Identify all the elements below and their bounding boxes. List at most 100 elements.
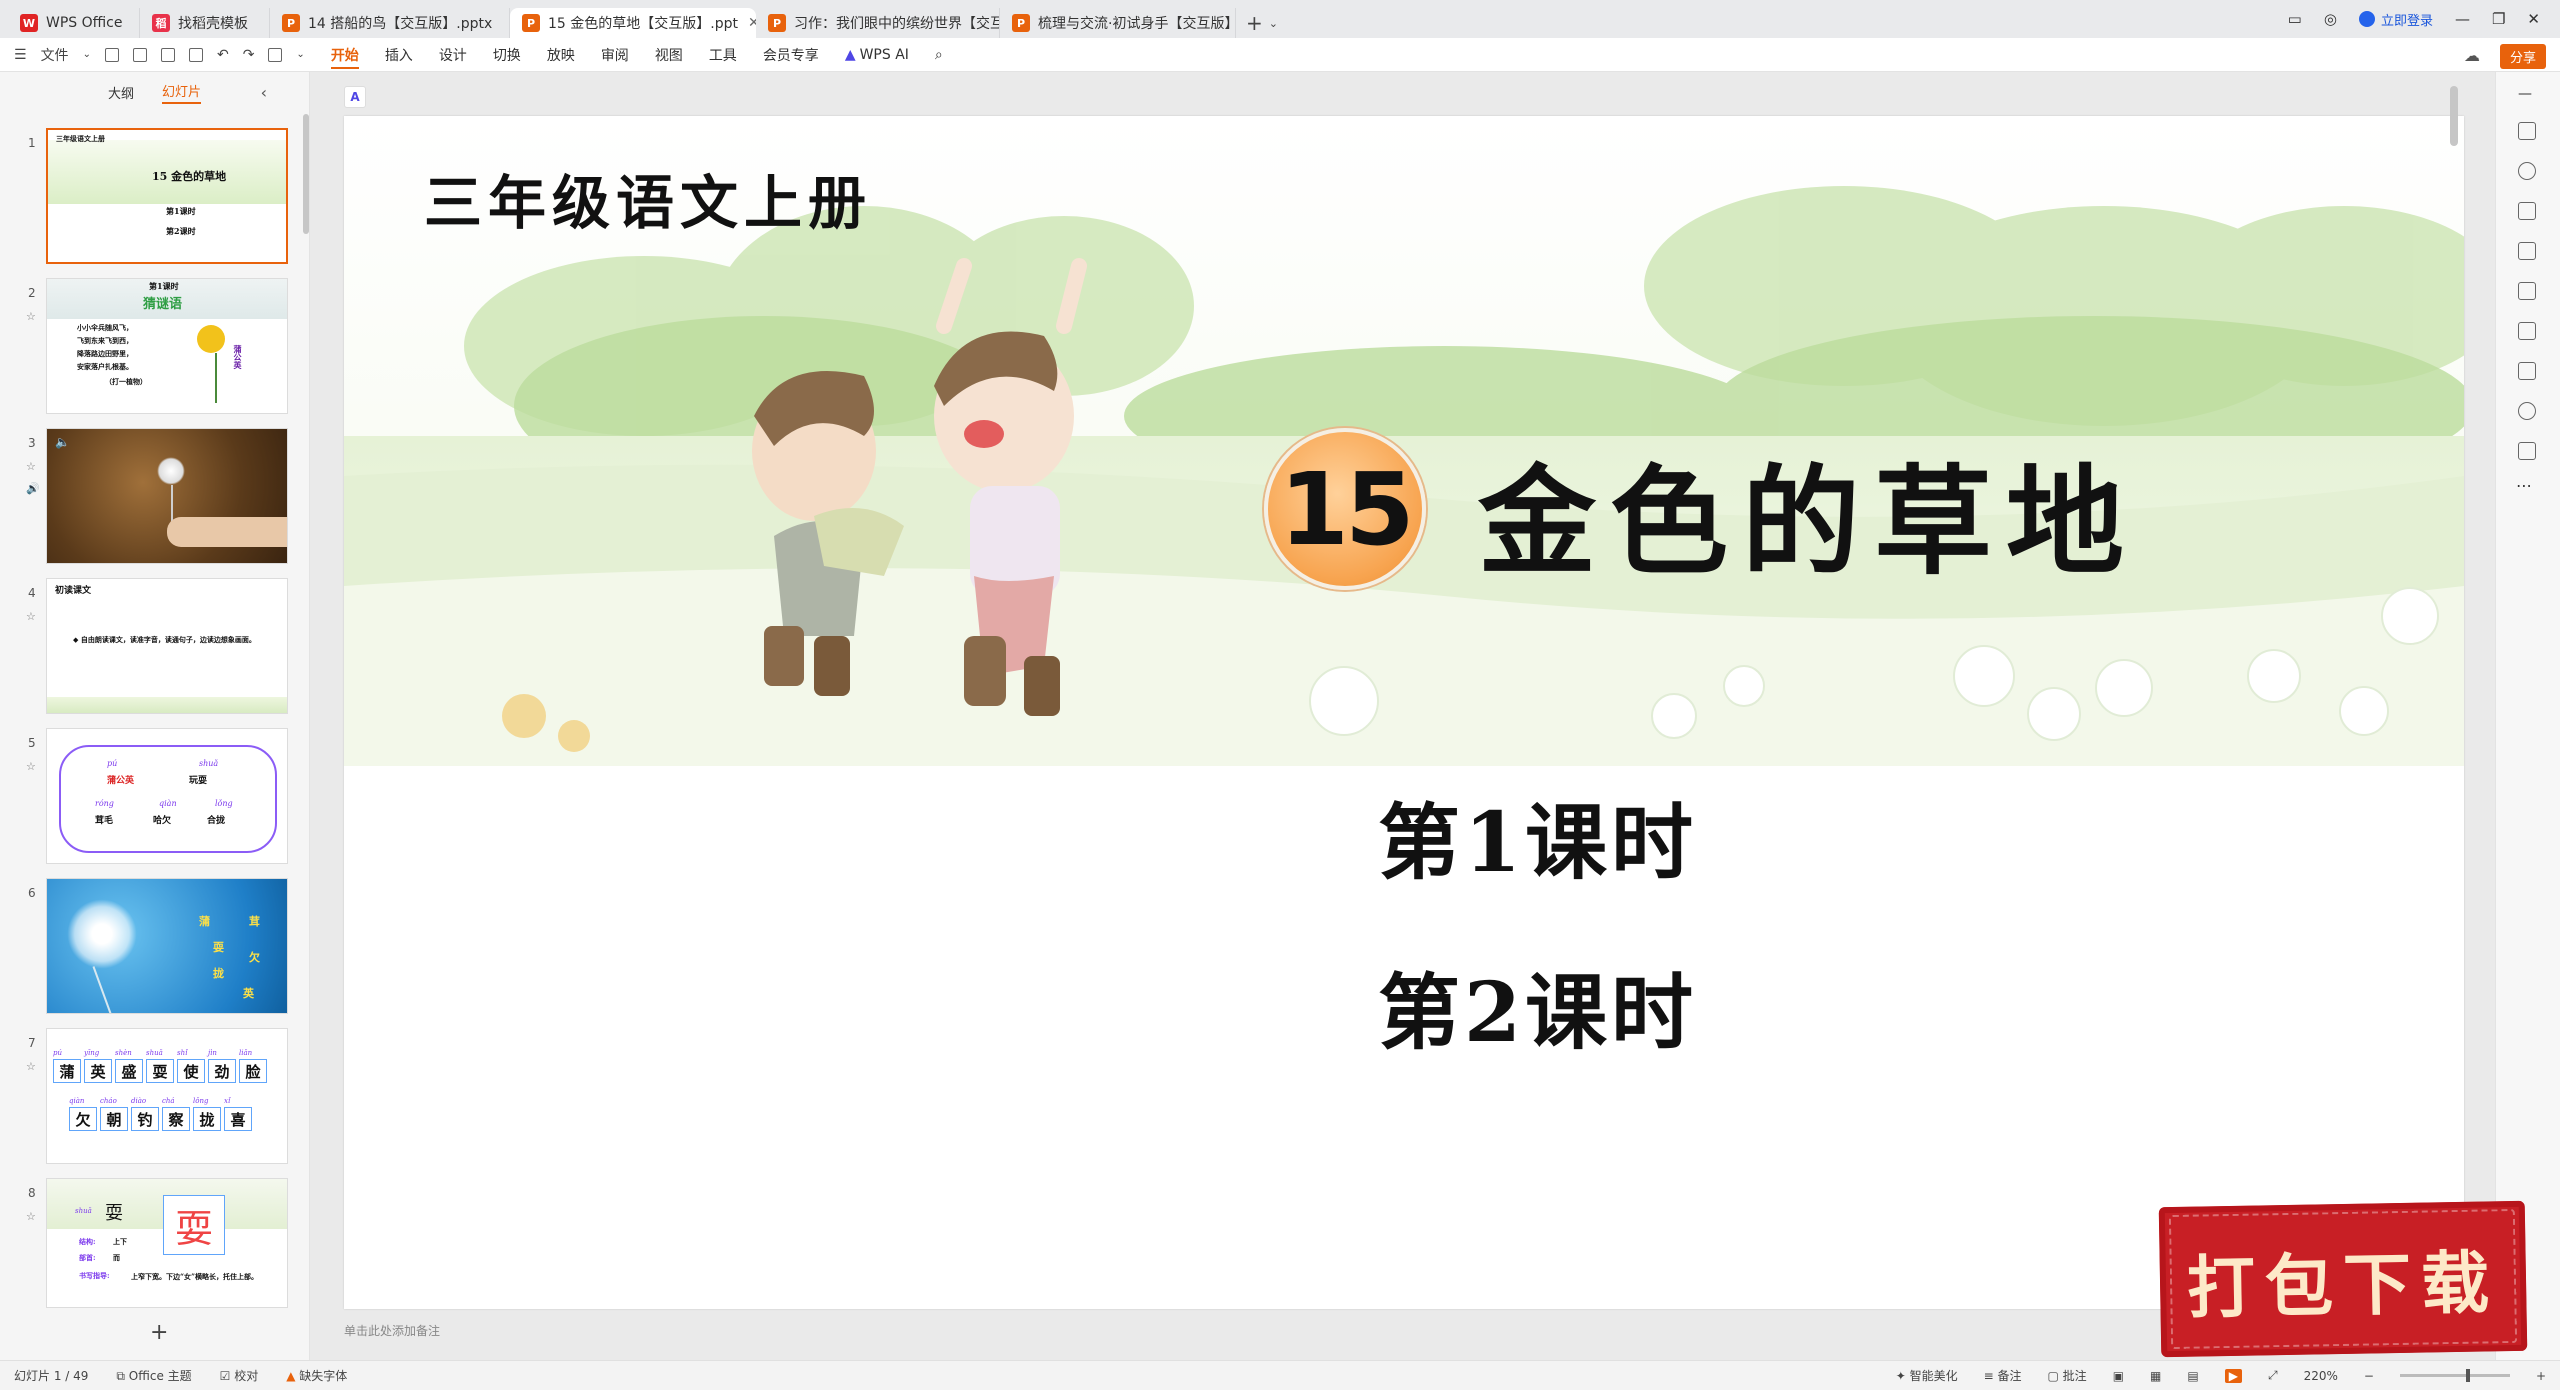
new-tab-button[interactable]: + ⌄ [1236, 8, 1288, 38]
print-icon[interactable] [160, 47, 175, 62]
slide-thumbnail-6[interactable]: 6 蒲 耍 拢 茸 欠 英 [0, 878, 300, 1018]
tab-document[interactable]: P 14 搭船的鸟【交互版】.pptx [270, 8, 510, 38]
wps-ai-icon[interactable]: A [344, 86, 366, 108]
proofing-button[interactable]: ☑ 校对 [220, 1367, 259, 1384]
thumbnail[interactable]: pú 蒲 yīng 英 shèn 盛 shuǎ 耍 shǐ 使 jìn 劲 liǎn 脸 qiàn 欠 cháo… [46, 1028, 288, 1164]
print-preview-icon[interactable] [188, 47, 203, 62]
chevron-down-icon[interactable]: ⌄ [83, 49, 91, 60]
thumbnail[interactable]: 第1课时 猜谜语 小小伞兵随风飞， 飞到东来飞到西， 降落路边田野里， 安家落户… [46, 278, 288, 414]
audio-icon[interactable]: 🔊 [26, 482, 40, 495]
slide-grade-heading[interactable]: 三年级语文上册 [424, 156, 872, 240]
play-button[interactable]: ▶ [2224, 1368, 2242, 1383]
comment-button[interactable]: ▢ 批注 [2048, 1367, 2087, 1384]
settings-icon[interactable] [2518, 122, 2536, 140]
zoom-in-button[interactable]: + [2536, 1369, 2546, 1383]
tab-review[interactable]: 审阅 [601, 38, 629, 72]
zoom-out-button[interactable]: − [2364, 1369, 2374, 1383]
star-icon[interactable]: ☆ [26, 760, 36, 773]
add-slide-button[interactable]: + [150, 1320, 168, 1345]
tab-slides[interactable]: 幻灯片 [162, 81, 202, 104]
tab-wps-office[interactable]: W WPS Office [8, 8, 140, 38]
cloud-sync-icon[interactable]: ☁ [2464, 46, 2480, 65]
skin-icon[interactable]: ◎ [2324, 10, 2337, 28]
star-icon[interactable]: ☆ [26, 460, 36, 473]
tools-icon[interactable] [2518, 242, 2536, 260]
lesson-1-link[interactable]: 第1课时 [1378, 776, 1697, 895]
close-window-button[interactable]: ✕ [2527, 10, 2540, 28]
close-icon[interactable]: ✕ [748, 15, 756, 31]
tab-wps-ai[interactable]: ▲ WPS AI [845, 38, 909, 72]
slide-scrollbar[interactable] [2450, 86, 2458, 146]
tab-transition[interactable]: 切换 [493, 38, 521, 72]
tab-design[interactable]: 设计 [439, 38, 467, 72]
format-painter-icon[interactable] [268, 47, 283, 62]
zoom-slider[interactable] [2399, 1369, 2510, 1382]
menu-icon[interactable]: ☰ [14, 47, 27, 63]
lesson-number-badge[interactable]: 15 [1264, 428, 1426, 590]
star-icon[interactable]: ☆ [26, 610, 36, 623]
zoom-slider-knob[interactable] [2465, 1369, 2470, 1382]
reading-view-icon[interactable]: ▤ [2187, 1369, 2198, 1383]
zoom-level[interactable]: 220% [2304, 1369, 2338, 1383]
normal-view-icon[interactable]: ▣ [2113, 1369, 2124, 1383]
tab-member[interactable]: 会员专享 [763, 38, 819, 72]
thumbnail[interactable]: 蒲 耍 拢 茸 欠 英 [46, 878, 288, 1014]
smart-beautify-button[interactable]: ✦ 智能美化 [1896, 1367, 1958, 1384]
fit-window-icon[interactable]: ⤢ [2268, 1368, 2278, 1383]
slide-thumbnail-3[interactable]: 3 ☆ 🔊 🔈 [0, 428, 300, 568]
download-stamp[interactable]: 打包下载 [2158, 1200, 2528, 1358]
slide-thumbnail-1[interactable]: 1 三年级语文上册 15 金色的草地 第1课时 第2课时 [0, 128, 300, 268]
thumbnail[interactable]: 初读课文 ◆ 自由朗读课文，读准字音，读通句子，边读边想象画面。 [46, 578, 288, 714]
tab-home[interactable]: 开始 [330, 38, 359, 72]
export-icon[interactable] [132, 47, 147, 62]
theme-label[interactable]: ⧉ Office 主题 [116, 1367, 191, 1384]
tab-document[interactable]: P 习作：我们眼中的缤纷世界【交互版】 [756, 8, 1000, 38]
save-icon[interactable] [104, 47, 119, 62]
chevron-down-icon[interactable]: ⌄ [1269, 17, 1278, 30]
slide-canvas[interactable]: 三年级语文上册 15 金色的草地 第1课时 第2课时 [344, 116, 2464, 1309]
more-icon[interactable]: ⋯ [2516, 476, 2532, 495]
missing-font-button[interactable]: ▲ 缺失字体 [286, 1367, 347, 1384]
tab-insert[interactable]: 插入 [385, 38, 413, 72]
image-icon[interactable] [2518, 282, 2536, 300]
tab-view[interactable]: 视图 [655, 38, 683, 72]
tab-tools[interactable]: 工具 [709, 38, 737, 72]
search-icon[interactable]: ⌕ [935, 38, 943, 72]
share-icon[interactable] [2518, 322, 2536, 340]
chevron-down-icon[interactable]: ⌄ [296, 49, 304, 60]
notes-button[interactable]: ≡ 备注 [1984, 1367, 2022, 1384]
grid-view-icon[interactable]: ▦ [2150, 1369, 2161, 1383]
star-icon[interactable]: ☆ [26, 1210, 36, 1223]
tab-document[interactable]: P 梳理与交流·初试身手【交互版】.pptx [1000, 8, 1236, 38]
comment-icon[interactable] [2518, 442, 2536, 460]
file-menu[interactable]: 文件 [41, 45, 69, 65]
panel-scrollbar[interactable] [303, 114, 309, 234]
tab-template[interactable]: 稻 找稻壳模板 [140, 8, 270, 38]
star-icon[interactable]: ☆ [26, 310, 36, 323]
share-button[interactable]: 分享 [2499, 44, 2546, 69]
thumbnail[interactable]: shuǎ 耍 耍 结构: 上下 部首: 而 书写指导: 上窄下宽。下边“女”横略… [46, 1178, 288, 1308]
slide-thumbnail-2[interactable]: 2 ☆ 第1课时 猜谜语 小小伞兵随风飞， 飞到东来飞到西， 降落路边田野里， … [0, 278, 300, 418]
star-icon[interactable] [2518, 162, 2536, 180]
notes-placeholder[interactable]: 单击此处添加备注 [344, 1322, 440, 1339]
copy-icon[interactable] [2518, 202, 2536, 220]
slide-thumbnail-7[interactable]: 7 ☆ pú 蒲 yīng 英 shèn 盛 shuǎ 耍 shǐ 使 jìn 劲 liǎn 脸 qiàn 欠… [0, 1028, 300, 1168]
help-icon[interactable] [2518, 402, 2536, 420]
slide-thumbnail-8[interactable]: 8 ☆ shuǎ 耍 耍 结构: 上下 部首: 而 书写指导: 上窄下宽。下边“… [0, 1178, 300, 1318]
restore-button[interactable]: ❐ [2492, 10, 2505, 28]
slide-thumbnail-4[interactable]: 4 ☆ 初读课文 ◆ 自由朗读课文，读准字音，读通句子，边读边想象画面。 [0, 578, 300, 718]
minimize-button[interactable]: — [2455, 10, 2470, 28]
undo-icon[interactable]: ↶ [217, 47, 229, 63]
slide-title[interactable]: 金色的草地 [1478, 426, 2138, 597]
thumbnail[interactable]: 🔈 [46, 428, 288, 564]
redo-icon[interactable]: ↷ [243, 47, 255, 63]
tablet-mode-icon[interactable]: ▭ [2288, 10, 2302, 28]
thumbnail[interactable]: pú shuǎ 蒲公英 玩耍 róng qiàn lǒng 茸毛 哈欠 合拢 [46, 728, 288, 864]
thumbnail[interactable]: 三年级语文上册 15 金色的草地 第1课时 第2课时 [46, 128, 288, 264]
minimize-panel-icon[interactable]: — [2518, 86, 2532, 102]
login-button[interactable]: 立即登录 [2358, 10, 2433, 29]
lesson-2-link[interactable]: 第2课时 [1378, 946, 1697, 1065]
tab-outline[interactable]: 大纲 [108, 83, 134, 102]
star-icon[interactable]: ☆ [26, 1060, 36, 1073]
tab-document-active[interactable]: P 15 金色的草地【交互版】.ppt ✕ [510, 8, 756, 38]
